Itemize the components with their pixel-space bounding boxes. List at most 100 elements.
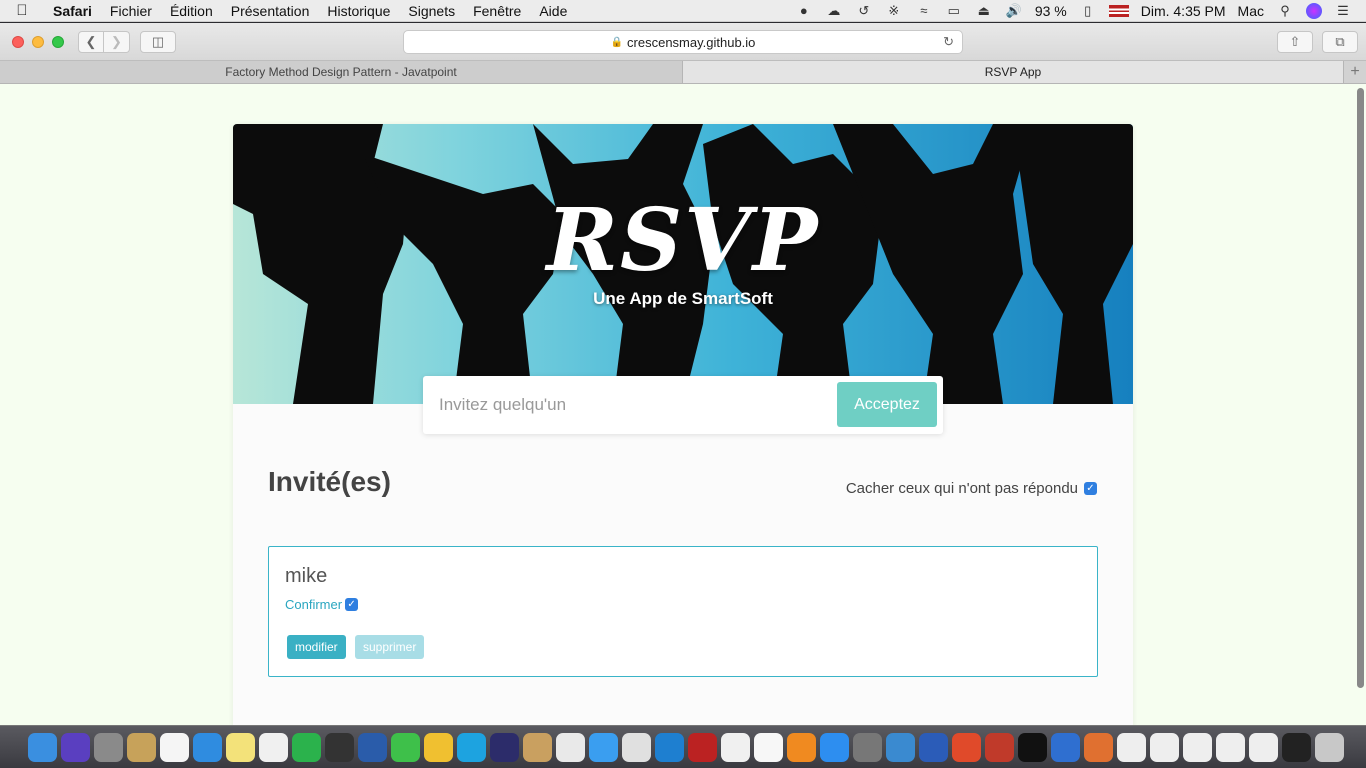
siri-menu-icon[interactable] xyxy=(1306,2,1322,19)
spotlight-icon[interactable]: ⚲ xyxy=(1276,3,1294,19)
tab-label: RSVP App xyxy=(984,65,1042,79)
page-viewport: RSVP Une App de SmartSoft Acceptez Invit… xyxy=(0,84,1366,725)
forward-button[interactable]: ❯ xyxy=(104,31,130,53)
wechat-status-icon[interactable]: ● xyxy=(795,3,813,19)
menu-fichier[interactable]: Fichier xyxy=(101,3,161,19)
guest-card: mike Confirmer ✓ modifier supprimer xyxy=(268,546,1098,677)
system-preferences-icon[interactable] xyxy=(853,732,882,762)
browser-toolbar: ❮ ❯ ◫ 🔒 crescensmay.github.io ↻ ⇧ ⧉ xyxy=(0,23,1366,61)
invite-input[interactable] xyxy=(431,382,831,427)
cloud-status-icon[interactable]: ☁ xyxy=(825,3,843,19)
hide-unanswered-label: Cacher ceux qui n'ont pas répondu xyxy=(845,480,1078,497)
finder-icon[interactable] xyxy=(28,732,57,762)
us-flag-icon[interactable] xyxy=(1108,4,1129,17)
tab-rsvp-app[interactable]: RSVP App xyxy=(683,61,1344,83)
itunes-icon[interactable] xyxy=(721,732,750,762)
photos-icon[interactable] xyxy=(754,732,783,762)
time-machine-icon[interactable]: ↺ xyxy=(855,3,873,19)
tool-icon[interactable] xyxy=(1084,732,1113,762)
hide-unanswered-checkbox[interactable]: ✓ xyxy=(1084,482,1097,495)
notes-icon[interactable] xyxy=(127,732,156,762)
share-button[interactable]: ⇧ xyxy=(1277,31,1313,53)
sidebar-icon: ◫ xyxy=(151,34,165,49)
messages-icon[interactable] xyxy=(589,732,618,762)
menu-presentation[interactable]: Présentation xyxy=(222,3,319,19)
wechat-icon[interactable] xyxy=(391,732,420,762)
reminders-icon[interactable] xyxy=(259,732,288,762)
status-area: ● ☁ ↺ ※ ≈ ▭ ⏏ 🔊 93 % ▯ Dim. 4:35 PM Mac … xyxy=(795,2,1366,19)
intellij-icon-2[interactable] xyxy=(1282,732,1311,762)
word-icon[interactable] xyxy=(919,732,948,762)
menu-historique[interactable]: Historique xyxy=(318,3,399,19)
menu-fenetre[interactable]: Fenêtre xyxy=(464,3,530,19)
hide-unanswered-filter[interactable]: Cacher ceux qui n'ont pas répondu ✓ xyxy=(846,480,1097,497)
window-icon-3[interactable] xyxy=(1183,732,1212,762)
zoom-window-button[interactable] xyxy=(52,36,64,48)
photobooth-icon[interactable] xyxy=(688,732,717,762)
whatsapp-icon[interactable] xyxy=(292,732,321,762)
stickies-icon[interactable] xyxy=(226,732,255,762)
timing-icon[interactable] xyxy=(622,732,651,762)
eclipse-icon[interactable] xyxy=(490,732,519,762)
intellij-icon[interactable] xyxy=(1018,732,1047,762)
preview-icon[interactable] xyxy=(523,732,552,762)
menu-app-safari[interactable]: Safari xyxy=(44,3,101,19)
quicktime-icon[interactable] xyxy=(358,732,387,762)
clock[interactable]: Dim. 4:35 PM xyxy=(1141,3,1226,19)
vpn-icon[interactable] xyxy=(655,732,684,762)
accept-button[interactable]: Acceptez xyxy=(837,382,937,427)
appstore-icon[interactable] xyxy=(820,732,849,762)
window-icon-2[interactable] xyxy=(1150,732,1179,762)
menu-signets[interactable]: Signets xyxy=(399,3,464,19)
skype-icon[interactable] xyxy=(457,732,486,762)
back-button[interactable]: ❮ xyxy=(78,31,104,53)
tab-javatpoint[interactable]: Factory Method Design Pattern - Javatpoi… xyxy=(0,61,683,83)
battery-percent[interactable]: 93 % xyxy=(1035,3,1067,19)
chevron-left-icon: ❮ xyxy=(85,34,97,49)
tab-label: Factory Method Design Pattern - Javatpoi… xyxy=(225,65,457,79)
eject-icon[interactable]: ⏏ xyxy=(975,3,993,19)
notification-center-icon[interactable]: ☰ xyxy=(1334,3,1352,19)
window-controls xyxy=(12,36,64,48)
window-icon-4[interactable] xyxy=(1216,732,1245,762)
safari-icon[interactable] xyxy=(193,732,222,762)
edit-button[interactable]: modifier xyxy=(287,635,346,659)
android-icon[interactable] xyxy=(424,732,453,762)
menu-edition[interactable]: Édition xyxy=(161,3,222,19)
menu-aide[interactable]: Aide xyxy=(530,3,576,19)
volume-icon[interactable]: 🔊 xyxy=(1005,3,1023,19)
show-tabs-button[interactable]: ⧉ xyxy=(1322,31,1358,53)
guest-name: mike xyxy=(285,565,328,587)
window-icon-5[interactable] xyxy=(1249,732,1278,762)
powerpoint-icon[interactable] xyxy=(952,732,981,762)
calendar-icon[interactable] xyxy=(160,732,189,762)
window-icon-1[interactable] xyxy=(1117,732,1146,762)
battery-icon[interactable]: ▯ xyxy=(1079,3,1097,19)
maps-icon[interactable] xyxy=(1051,732,1080,762)
airplay-icon[interactable]: ▭ xyxy=(945,3,963,19)
close-window-button[interactable] xyxy=(12,36,24,48)
bluetooth-icon[interactable]: ※ xyxy=(885,3,903,19)
user-name[interactable]: Mac xyxy=(1238,3,1264,19)
wifi-icon[interactable]: ≈ xyxy=(915,3,933,19)
reload-icon[interactable]: ↻ xyxy=(943,34,954,50)
book-icon[interactable] xyxy=(325,732,354,762)
lock-icon: 🔒 xyxy=(610,36,624,48)
delete-button[interactable]: supprimer xyxy=(355,635,425,659)
sidebar-toggle-button[interactable]: ◫ xyxy=(140,31,176,53)
confirm-toggle[interactable]: Confirmer ✓ xyxy=(285,597,359,612)
trash-icon[interactable] xyxy=(1315,732,1344,762)
edit-icon[interactable] xyxy=(985,732,1014,762)
siri-icon[interactable] xyxy=(61,732,90,762)
share-icon: ⇧ xyxy=(1289,34,1301,49)
confirm-checkbox[interactable]: ✓ xyxy=(345,598,359,611)
xcode-icon[interactable] xyxy=(886,732,915,762)
chrome-icon[interactable] xyxy=(556,732,585,762)
launchpad-icon[interactable] xyxy=(94,732,123,762)
ibooks-icon[interactable] xyxy=(787,732,816,762)
page-scrollbar[interactable] xyxy=(1357,88,1364,688)
apple-menu-icon[interactable]:  xyxy=(0,2,44,19)
address-bar[interactable]: 🔒 crescensmay.github.io ↻ xyxy=(403,30,963,54)
new-tab-button[interactable]: + xyxy=(1344,61,1366,83)
minimize-window-button[interactable] xyxy=(32,36,44,48)
